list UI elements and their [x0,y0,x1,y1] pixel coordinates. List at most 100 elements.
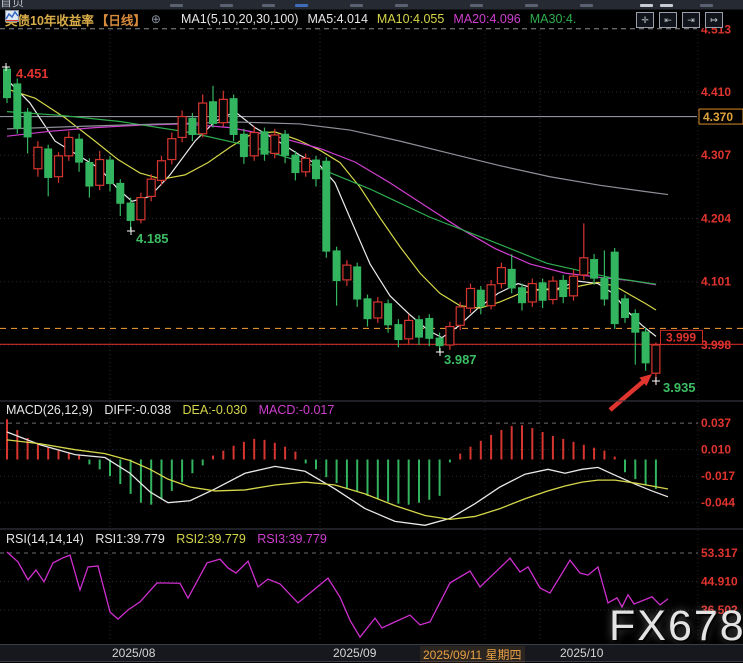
candle-body-down [188,118,196,135]
rsi-axis-tick: 53.317 [701,546,738,560]
candle-body-up [178,117,186,138]
candle-body-down [44,148,52,177]
shift-right-icon[interactable]: ↦ [705,12,723,28]
candle-body-down [333,250,341,281]
candle-body-down [477,290,485,307]
candle-body-down [3,69,11,98]
candle-body-up [137,198,145,220]
price-annotation: 4.185 [136,231,169,246]
price-axis-tick: 4.410 [701,85,731,99]
rsi-label-row: RSI(14,14,14) RSI1:39.779 RSI2:39.779 RS… [6,532,335,546]
candle-body-down [642,331,650,363]
time-axis-bar[interactable]: 2025/08 2025/09 2025/09/11 星期四 2025/10 [0,644,743,662]
candle-body-down [240,134,248,157]
rsi3-value: RSI3:39.779 [257,532,327,546]
rsi-axis-tick: 44.910 [701,574,738,588]
y-scale-icon[interactable]: ⇤ [659,12,677,28]
period-label: 【日线】 [96,10,146,29]
candle-body-down [611,252,619,324]
price-annotation: 3.935 [663,380,696,395]
candle-body-up [456,307,464,325]
candle-body-up [549,281,557,299]
date-label-selected: 2025/09/11 星期四 [420,646,525,663]
candle-body-down [106,160,114,185]
candle-body-down [75,139,83,163]
candle-body-up [528,284,536,302]
macd-macd-value: MACD:-0.017 [259,403,335,417]
candle-body-up [570,276,578,296]
ma10-value: MA10:4.055 [377,12,444,26]
macd-axis-tick: 0.037 [701,416,731,430]
candle-body-down [590,259,598,279]
candle-body-up [497,268,505,284]
rsi1-value: RSI1:39.779 [95,532,165,546]
candle-body-down [353,266,361,299]
ma-line-MA5 [7,80,656,338]
trading-chart-app: 首页 美债10年收益率 【日线】 ⊕ MA1(5,10,20,30,100) M… [0,0,743,663]
rsi-params-label: RSI(14,14,14) [6,532,84,546]
candle-body-down [364,298,372,319]
candle-body-down [436,338,444,347]
candles-group [3,67,660,384]
ma5-value: MA5:4.014 [307,12,367,26]
candle-body-down [312,160,320,180]
candle-body-up [302,158,310,172]
candle-body-down [85,162,93,187]
candle-body-up [446,327,454,345]
candle-body-down [394,324,402,340]
last-price-marker-label: 3.999 [666,330,696,344]
price-axis-tick: 4.101 [701,275,731,289]
candle-body-down [13,83,21,128]
red-arrow-shaft [610,380,645,410]
candle-body-down [261,131,269,154]
date-label: 2025/10 [560,646,603,660]
candle-body-down [415,319,423,337]
candle-body-up [96,160,104,186]
date-label: 2025/08 [112,646,155,660]
candle-body-up [158,161,166,181]
add-indicator-icon[interactable]: ⊕ [151,12,161,26]
candle-body-down [24,112,32,138]
candle-body-up [55,156,63,177]
candle-body-down [127,203,135,221]
macd-axis-tick: 0.010 [701,443,731,457]
candle-body-up [34,147,42,168]
candle-body-down [508,269,516,289]
ma-settings-label: MA1(5,10,20,30,100) [181,12,298,26]
rsi-line [7,552,668,637]
candle-body-down [518,287,526,303]
ma-line-MA30 [7,112,656,285]
candle-body-up [487,285,495,306]
macd-dea-value: DEA:-0.030 [183,403,248,417]
crosshair-pan-icon[interactable]: ✛ [636,12,654,28]
candle-body-up [405,320,413,338]
candle-body-up [467,288,475,308]
candle-body-down [621,298,629,318]
chart-tool-icons: ✛ ⇤ ⇥ ↦ [632,12,723,28]
boxed-level-label: 4.370 [703,110,733,124]
candle-body-up [652,345,660,373]
price-axis-tick: 3.998 [701,338,731,352]
candle-body-down [322,161,330,252]
candle-body-down [425,318,433,339]
candle-body-up [271,135,279,153]
candle-body-down [600,277,608,299]
candle-body-up [199,103,207,134]
candle-body-up [168,139,176,160]
ma30-value: MA30:4. [530,12,577,26]
candle-body-up [343,265,351,280]
macd-diff-value: DIFF:-0.038 [104,403,171,417]
x-scale-icon[interactable]: ⇥ [682,12,700,28]
macd-axis-tick: -0.044 [701,496,735,510]
date-label: 2025/09 [333,646,376,660]
candlestick-chart-canvas[interactable]: 4.4104.3074.2044.1013.9984.5134.3704.451… [0,0,743,663]
candle-body-down [281,134,289,156]
macd-axis-tick: -0.017 [701,469,735,483]
price-axis-tick: 4.307 [701,148,731,162]
rsi2-value: RSI2:39.779 [176,532,246,546]
candle-body-up [65,137,73,155]
candle-body-up [219,99,227,122]
candle-body-up [374,302,382,318]
candle-body-down [116,183,124,204]
chart-header: 美债10年收益率 【日线】 ⊕ MA1(5,10,20,30,100) MA5:… [5,10,576,28]
